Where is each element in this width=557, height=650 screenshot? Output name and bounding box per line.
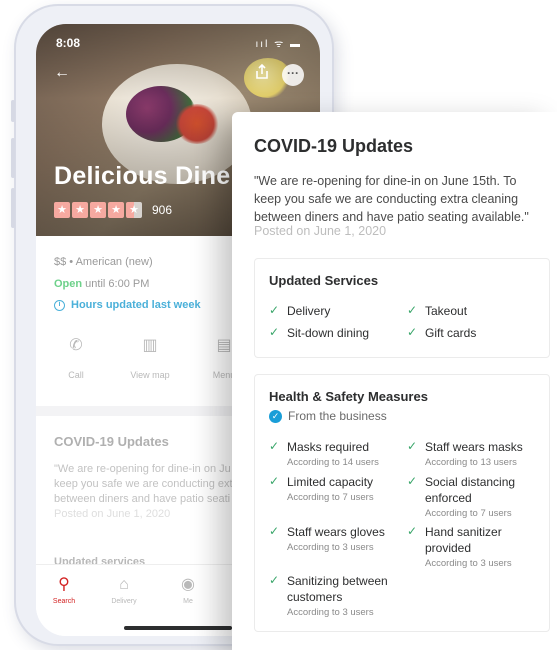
open-until: until 6:00 PM <box>82 278 150 290</box>
safety-item: ✓ Hand sanitizer provided According to 3… <box>407 524 512 570</box>
delivery-icon: ⌂ <box>119 576 129 593</box>
updated-services-section: Updated Services ✓ Delivery ✓ Takeout ✓ … <box>254 258 550 358</box>
checkmark-icon: ✓ <box>407 303 418 317</box>
tab-label: Delivery <box>111 598 137 605</box>
star-icon: ★ <box>108 202 124 218</box>
safety-label: Masks required <box>287 440 370 454</box>
service-item: ✓ Takeout <box>407 303 467 319</box>
checkmark-icon: ✓ <box>269 303 280 317</box>
safety-source: According to 3 users <box>425 558 512 569</box>
tab-search[interactable]: ⚲ Search <box>36 575 92 605</box>
safety-label: Staff wears gloves <box>287 525 385 539</box>
status-time: 8:08 <box>56 36 81 50</box>
safety-label-line2: customers <box>287 590 343 604</box>
safety-source: According to 7 users <box>425 508 512 519</box>
safety-source: According to 7 users <box>287 492 374 503</box>
service-label: Takeout <box>425 304 468 318</box>
checkmark-icon: ✓ <box>269 524 280 538</box>
safety-source: According to 3 users <box>287 542 374 553</box>
safety-label-line2: enforced <box>425 491 472 505</box>
checkmark-icon: ✓ <box>269 439 280 453</box>
updated-services-title: Updated Services <box>269 273 379 288</box>
service-label: Sit-down dining <box>287 326 370 340</box>
map-icon: ▥ <box>142 337 158 354</box>
tab-label: Me <box>183 598 193 605</box>
checkmark-icon: ✓ <box>407 524 418 538</box>
safety-source: According to 13 users <box>425 457 517 468</box>
star-rating: ★ ★ ★ ★ ★ 906 <box>54 202 172 218</box>
covid-updates-card: COVID-19 Updates "We are re-opening for … <box>232 112 557 650</box>
safety-source: According to 14 users <box>287 457 379 468</box>
safety-item: ✓ Social distancing enforced According t… <box>407 474 515 520</box>
card-quote-line: "We are re-opening for dine-in on June 1… <box>254 174 517 188</box>
safety-label: Staff wears masks <box>425 440 523 454</box>
call-button[interactable]: ✆ Call <box>46 332 106 380</box>
checkmark-icon: ✓ <box>269 573 280 587</box>
view-map-label: View map <box>130 370 170 380</box>
covid-updates-title: COVID-19 Updates <box>54 434 169 449</box>
open-hours: Open until 6:00 PM <box>54 278 149 290</box>
tab-delivery[interactable]: ⌂ Delivery <box>96 575 152 605</box>
service-item: ✓ Gift cards <box>407 325 476 341</box>
phone-mute-button <box>11 100 15 122</box>
view-map-button[interactable]: ▥ View map <box>120 332 180 380</box>
hours-updated-text: Hours updated last week <box>71 299 201 311</box>
safety-item: ✓ Limited capacity According to 7 users <box>269 474 374 504</box>
open-status: Open <box>54 278 83 290</box>
home-indicator <box>124 626 232 630</box>
safety-label: Social distancing <box>425 475 516 489</box>
phone-volume-up-button <box>11 138 15 178</box>
back-arrow-icon[interactable]: ← <box>54 64 70 82</box>
safety-item: ✓ Masks required According to 14 users <box>269 439 379 469</box>
service-label: Gift cards <box>425 326 477 340</box>
share-icon[interactable] <box>254 64 270 80</box>
safety-item: ✓ Staff wears masks According to 13 user… <box>407 439 523 469</box>
card-title: COVID-19 Updates <box>254 136 414 156</box>
safety-label: Limited capacity <box>287 475 374 489</box>
search-icon: ⚲ <box>58 576 70 593</box>
safety-source: According to 3 users <box>287 607 374 618</box>
star-icon: ★ <box>90 202 106 218</box>
business-name: Delicious Dine <box>54 162 231 190</box>
info-icon: i <box>54 299 65 311</box>
checkmark-icon: ✓ <box>269 325 280 339</box>
tab-me[interactable]: ◉ Me <box>160 575 216 605</box>
health-safety-section: Health & Safety Measures ✓ From the busi… <box>254 374 550 632</box>
card-quote-line: keep you safe we are conducting extra cl… <box>254 192 519 206</box>
checkmark-icon: ✓ <box>269 474 280 488</box>
call-label: Call <box>68 370 84 380</box>
card-posted-date: Posted on June 1, 2020 <box>254 224 387 238</box>
tab-label: Search <box>52 598 76 605</box>
safety-label: Sanitizing between <box>287 574 388 588</box>
service-item: ✓ Sit-down dining <box>269 325 369 341</box>
profile-icon: ◉ <box>181 576 195 593</box>
phone-volume-down-button <box>11 188 15 228</box>
checkmark-icon: ✓ <box>407 474 418 488</box>
star-icon: ★ <box>72 202 88 218</box>
checkmark-icon: ✓ <box>407 325 418 339</box>
star-half-icon: ★ <box>126 202 142 218</box>
service-item: ✓ Delivery <box>269 303 330 319</box>
safety-item: ✓ Staff wears gloves According to 3 user… <box>269 524 385 554</box>
from-business-badge: ✓ From the business <box>269 409 387 423</box>
safety-label: Hand sanitizer <box>425 525 502 539</box>
from-business-text: From the business <box>288 409 387 423</box>
review-count[interactable]: 906 <box>152 203 172 217</box>
card-quote: "We are re-opening for dine-in on June 1… <box>254 172 554 226</box>
covid-posted-date: Posted on June 1, 2020 <box>54 508 171 520</box>
hours-updated-notice[interactable]: i Hours updated last week <box>54 299 201 311</box>
safety-label-line2: provided <box>425 541 472 555</box>
health-safety-title: Health & Safety Measures <box>269 389 428 404</box>
service-label: Delivery <box>287 304 331 318</box>
star-icon: ★ <box>54 202 70 218</box>
more-options-icon[interactable]: ··· <box>282 64 304 86</box>
status-icons: ııl ᯤ ▬ <box>255 39 302 50</box>
checkmark-icon: ✓ <box>407 439 418 453</box>
safety-item: ✓ Sanitizing between customers According… <box>269 573 388 619</box>
verified-check-icon: ✓ <box>269 409 282 423</box>
price-category: $$ • American (new) <box>54 256 153 268</box>
phone-icon: ✆ <box>69 337 83 354</box>
